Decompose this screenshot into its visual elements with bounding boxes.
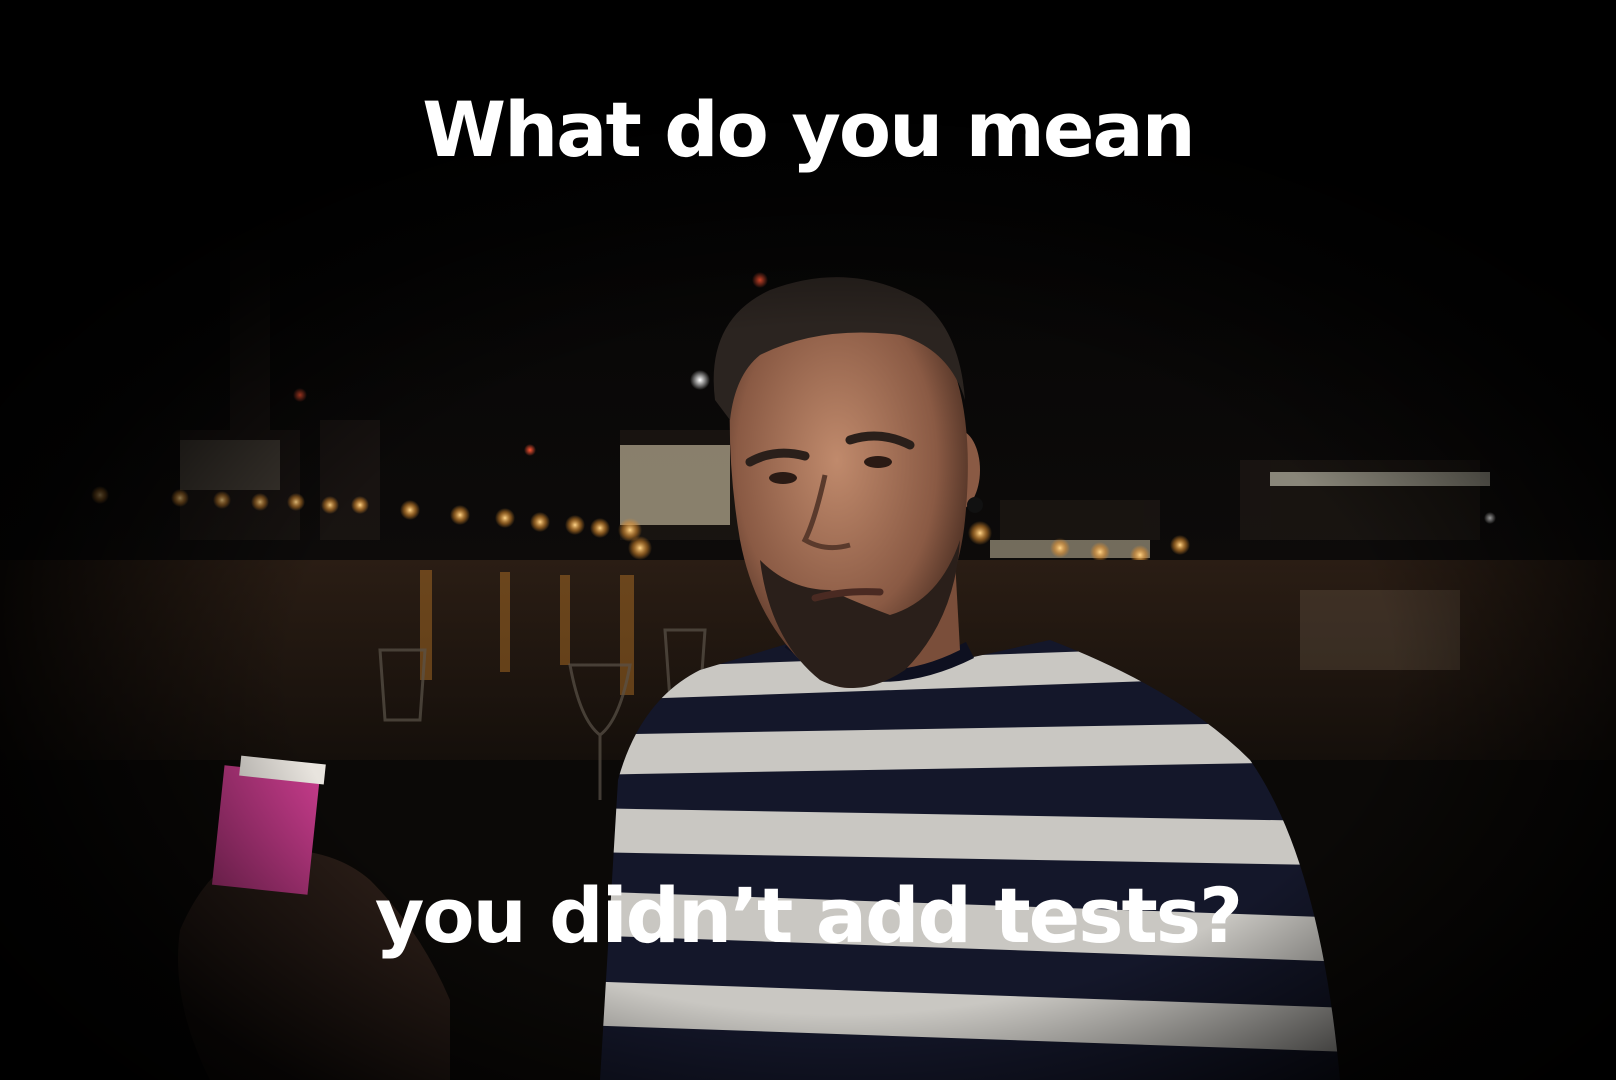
caption-bottom: you didn’t add tests?: [374, 871, 1243, 960]
caption-top: What do you mean: [422, 85, 1196, 174]
cigarette-pack: [211, 765, 321, 895]
meme-image: What do you mean you didn’t add tests?: [0, 0, 1616, 1080]
